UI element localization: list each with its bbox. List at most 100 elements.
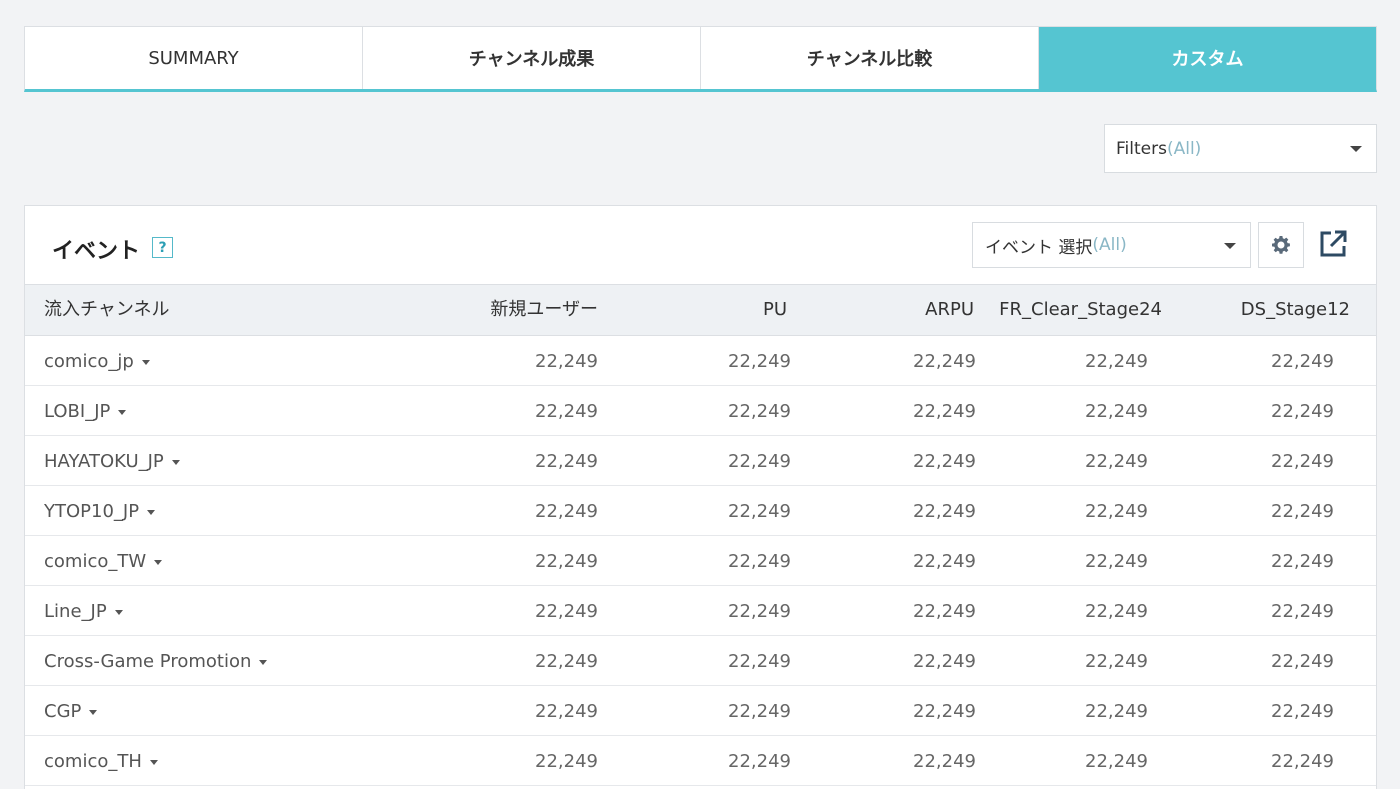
- value-cell: 22,249: [1085, 401, 1148, 422]
- channel-name: comico_jp: [44, 351, 134, 372]
- value-cell: 22,249: [913, 751, 976, 772]
- value-cell: 22,249: [1271, 651, 1334, 672]
- value-cell: 22,249: [728, 451, 791, 472]
- table-row: LOBI_JP 22,249 22,249 22,249 22,249 22,249: [25, 386, 1376, 436]
- caret-down-icon: [149, 759, 158, 765]
- value-cell: 22,249: [535, 451, 598, 472]
- value-cell: 22,249: [913, 351, 976, 372]
- value-cell: 22,249: [728, 701, 791, 722]
- event-select-label: イベント 選択: [985, 237, 1093, 258]
- table-row: comico_jp 22,249 22,249 22,249 22,249 22,249: [25, 336, 1376, 386]
- help-icon[interactable]: ?: [152, 237, 173, 258]
- value-cell: 22,249: [535, 601, 598, 622]
- value-cell: 22,249: [728, 601, 791, 622]
- value-cell: 22,249: [1085, 651, 1148, 672]
- value-cell: 22,249: [1085, 451, 1148, 472]
- channel-cell[interactable]: Line_JP: [44, 586, 123, 636]
- value-cell: 22,249: [1271, 351, 1334, 372]
- value-cell: 22,249: [1085, 501, 1148, 522]
- event-select-dropdown[interactable]: イベント 選択 (All): [972, 222, 1251, 268]
- table-row: comico_TH 22,249 22,249 22,249 22,249 22,249: [25, 736, 1376, 786]
- header-ds-stage12[interactable]: DS_Stage12: [1241, 285, 1350, 335]
- settings-button[interactable]: [1258, 222, 1304, 268]
- channel-cell[interactable]: HAYATOKU_JP: [44, 436, 180, 486]
- tab-custom[interactable]: カスタム: [1039, 27, 1376, 89]
- value-cell: 22,249: [1085, 551, 1148, 572]
- value-cell: 22,249: [1271, 751, 1334, 772]
- caret-down-icon: [147, 509, 156, 515]
- value-cell: 22,249: [913, 451, 976, 472]
- table-row: comico_TW 22,249 22,249 22,249 22,249 22,249: [25, 536, 1376, 586]
- channel-name: HAYATOKU_JP: [44, 451, 164, 472]
- channel-name: comico_TH: [44, 751, 142, 772]
- value-cell: 22,249: [913, 401, 976, 422]
- header-channel[interactable]: 流入チャンネル: [44, 285, 169, 335]
- caret-down-icon: [141, 359, 150, 365]
- table-header: 流入チャンネル 新規ユーザー PU ARPU FR_Clear_Stage24 …: [25, 284, 1376, 336]
- tab-summary[interactable]: SUMMARY: [25, 27, 363, 89]
- table-row: HAYATOKU_JP 22,249 22,249 22,249 22,249 22,24…: [25, 436, 1376, 486]
- caret-down-icon: [154, 559, 163, 565]
- channel-cell[interactable]: comico_TW: [44, 536, 163, 586]
- value-cell: 22,249: [535, 501, 598, 522]
- tab-channel-compare[interactable]: チャンネル比較: [701, 27, 1039, 89]
- event-select-value: (All): [1092, 235, 1127, 255]
- value-cell: 22,249: [1271, 401, 1334, 422]
- value-cell: 22,249: [913, 501, 976, 522]
- value-cell: 22,249: [535, 351, 598, 372]
- value-cell: 22,249: [1085, 601, 1148, 622]
- value-cell: 22,249: [728, 401, 791, 422]
- header-fr-clear-stage24[interactable]: FR_Clear_Stage24: [999, 285, 1162, 335]
- caret-down-icon: [118, 409, 127, 415]
- caret-down-icon: [114, 609, 123, 615]
- channel-name: CGP: [44, 701, 82, 722]
- value-cell: 22,249: [535, 551, 598, 572]
- value-cell: 22,249: [728, 551, 791, 572]
- table-row: Line_JP 22,249 22,249 22,249 22,249 22,249: [25, 586, 1376, 636]
- value-cell: 22,249: [535, 701, 598, 722]
- value-cell: 22,249: [1085, 751, 1148, 772]
- event-panel: イベント ? イベント 選択 (All) 流入チャンネル 新規ユーザー PU A…: [24, 205, 1377, 789]
- channel-name: Cross-Game Promotion: [44, 651, 252, 672]
- filters-dropdown[interactable]: Filters (All): [1104, 124, 1377, 173]
- external-link-icon: [1320, 230, 1347, 257]
- channel-cell[interactable]: YTOP10_JP: [44, 486, 156, 536]
- table-row: Cross-Game Promotion 22,249 22,249 22,249 22…: [25, 636, 1376, 686]
- table-row: CGP 22,249 22,249 22,249 22,249 22,249: [25, 686, 1376, 736]
- channel-name: Line_JP: [44, 601, 107, 622]
- value-cell: 22,249: [728, 751, 791, 772]
- value-cell: 22,249: [728, 501, 791, 522]
- channel-cell[interactable]: LOBI_JP: [44, 386, 127, 436]
- value-cell: 22,249: [535, 401, 598, 422]
- value-cell: 22,249: [913, 551, 976, 572]
- panel-title: イベント: [52, 239, 141, 264]
- gear-icon: [1272, 236, 1290, 254]
- filters-label: Filters: [1116, 138, 1167, 159]
- value-cell: 22,249: [535, 751, 598, 772]
- value-cell: 22,249: [913, 651, 976, 672]
- channel-cell[interactable]: Cross-Game Promotion: [44, 636, 268, 686]
- value-cell: 22,249: [1271, 601, 1334, 622]
- tab-channel-results[interactable]: チャンネル成果: [363, 27, 701, 89]
- value-cell: 22,249: [728, 651, 791, 672]
- value-cell: 22,249: [728, 351, 791, 372]
- header-arpu[interactable]: ARPU: [925, 285, 974, 335]
- channel-cell[interactable]: CGP: [44, 686, 98, 736]
- channel-name: comico_TW: [44, 551, 147, 572]
- value-cell: 22,249: [1271, 501, 1334, 522]
- filters-value: (All): [1166, 138, 1202, 159]
- value-cell: 22,249: [1271, 701, 1334, 722]
- header-new-users[interactable]: 新規ユーザー: [490, 285, 598, 335]
- caret-down-icon: [259, 659, 268, 665]
- value-cell: 22,249: [535, 651, 598, 672]
- export-button[interactable]: [1317, 228, 1349, 260]
- value-cell: 22,249: [913, 701, 976, 722]
- value-cell: 22,249: [1271, 451, 1334, 472]
- caret-down-icon: [1224, 243, 1236, 249]
- tab-bar: SUMMARY チャンネル成果 チャンネル比較 カスタム: [24, 26, 1377, 92]
- header-pu[interactable]: PU: [763, 285, 787, 335]
- channel-cell[interactable]: comico_jp: [44, 336, 150, 386]
- caret-down-icon: [171, 459, 180, 465]
- caret-down-icon: [89, 709, 98, 715]
- channel-cell[interactable]: comico_TH: [44, 736, 158, 786]
